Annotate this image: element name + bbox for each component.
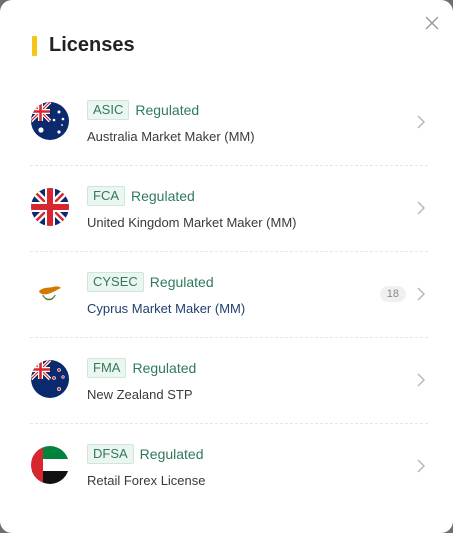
license-detail: United Kingdom Market Maker (MM) <box>87 215 297 230</box>
license-status: Regulated <box>149 274 214 290</box>
uk-flag-icon <box>31 188 69 226</box>
count-badge: 18 <box>379 286 406 302</box>
chevron-right-icon <box>416 286 426 302</box>
new-zealand-flag-icon <box>31 360 69 398</box>
license-row-fma[interactable]: FMA Regulated New Zealand STP <box>30 338 428 424</box>
license-detail: Australia Market Maker (MM) <box>87 129 255 144</box>
license-code: DFSA <box>87 444 134 464</box>
license-status: Regulated <box>139 446 204 462</box>
license-status: Regulated <box>131 188 195 204</box>
license-list: ASIC Regulated Australia Market Maker (M… <box>30 80 428 509</box>
chevron-right-icon <box>416 372 426 388</box>
close-icon[interactable] <box>423 14 441 32</box>
license-row-asic[interactable]: ASIC Regulated Australia Market Maker (M… <box>30 80 428 166</box>
license-row-cysec[interactable]: CYSEC Regulated Cyprus Market Maker (MM)… <box>30 252 428 338</box>
title-accent-bar <box>32 35 37 56</box>
license-row-fca[interactable]: FCA Regulated United Kingdom Market Make… <box>30 166 428 252</box>
modal-header: Licenses <box>32 34 135 57</box>
modal-title: Licenses <box>49 34 135 56</box>
licenses-modal: Licenses ASIC Regulated Australia Market… <box>0 0 453 533</box>
license-row-dfsa[interactable]: DFSA Regulated Retail Forex License <box>30 424 428 509</box>
license-status: Regulated <box>132 360 197 376</box>
license-code: FMA <box>87 358 127 378</box>
license-code: CYSEC <box>87 272 144 292</box>
license-detail: New Zealand STP <box>87 387 193 402</box>
chevron-right-icon <box>416 114 426 130</box>
uae-flag-icon <box>31 446 69 484</box>
license-detail: Retail Forex License <box>87 473 206 488</box>
license-status: Regulated <box>135 102 200 118</box>
chevron-right-icon <box>416 200 426 216</box>
license-code: FCA <box>87 186 125 206</box>
license-code: ASIC <box>87 100 130 120</box>
license-detail: Cyprus Market Maker (MM) <box>87 301 246 316</box>
australia-flag-icon <box>31 102 69 140</box>
cyprus-flag-icon <box>31 274 69 312</box>
chevron-right-icon <box>416 458 426 474</box>
